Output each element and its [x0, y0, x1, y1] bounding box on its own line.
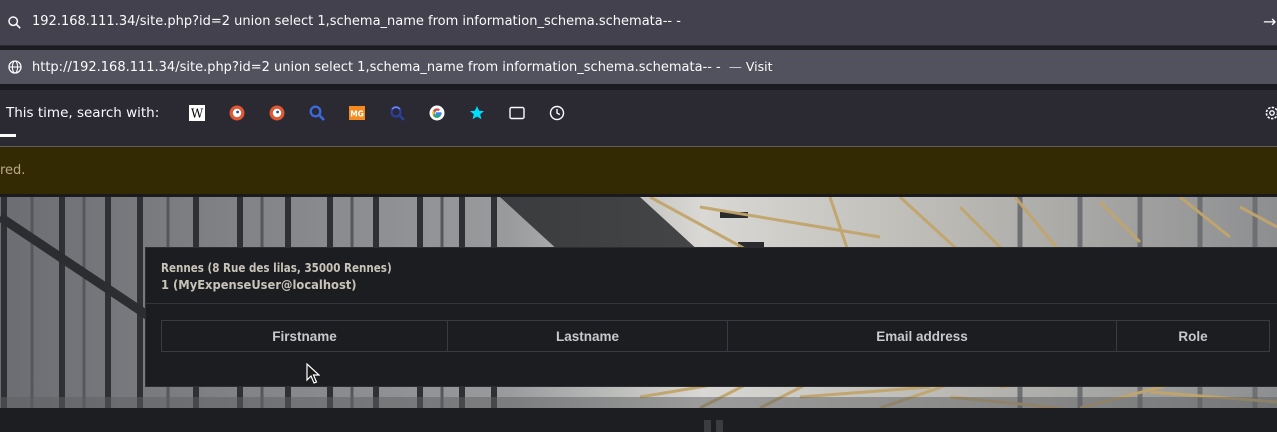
- site-address: Rennes (8 Rue des lilas, 35000 Rennes): [161, 260, 392, 275]
- magnifier-engine-icon[interactable]: [388, 104, 406, 122]
- card-divider: [146, 303, 1277, 304]
- globe-icon: [8, 60, 22, 74]
- site-manager: 1 (MyExpenseUser@localhost): [161, 277, 357, 292]
- alert-banner: red.: [0, 147, 1277, 196]
- column-header-role[interactable]: Role: [1117, 321, 1269, 351]
- history-clock-icon[interactable]: [548, 104, 566, 122]
- address-bar[interactable]: 192.168.111.34/site.php?id=2 union selec…: [0, 0, 1277, 46]
- search-engine-icon[interactable]: [308, 104, 326, 122]
- suggestion-visit-action: Visit: [745, 59, 773, 74]
- tabs-icon[interactable]: [508, 104, 526, 122]
- address-bar-input[interactable]: 192.168.111.34/site.php?id=2 union selec…: [32, 14, 681, 29]
- page-footer-strip: [0, 408, 1277, 432]
- suggestion-url: http://192.168.111.34/site.php?id=2 unio…: [32, 60, 721, 75]
- mouse-cursor-icon: [306, 363, 320, 384]
- url-suggestion-row[interactable]: http://192.168.111.34/site.php?id=2 unio…: [0, 50, 1277, 84]
- mg-engine-icon[interactable]: MG: [348, 104, 366, 122]
- tab-indicator: [0, 134, 16, 137]
- employees-table-header: Firstname Lastname Email address Role: [161, 320, 1270, 352]
- duckduckgo-alt-icon[interactable]: [268, 104, 286, 122]
- duckduckgo-icon[interactable]: [228, 104, 246, 122]
- svg-text:W: W: [191, 107, 204, 121]
- suggestion-separator: —: [728, 60, 742, 75]
- wikipedia-icon[interactable]: W: [188, 104, 206, 122]
- column-header-email[interactable]: Email address: [728, 321, 1117, 351]
- alert-text: red.: [0, 163, 26, 178]
- pause-grip-icon: [704, 420, 723, 432]
- search-engine-bar: This time, search with: W MG: [0, 90, 1277, 138]
- svg-text:MG: MG: [350, 110, 364, 119]
- toolbar-strip: [0, 138, 1277, 146]
- column-header-lastname[interactable]: Lastname: [448, 321, 728, 351]
- search-icon: [8, 16, 21, 29]
- search-with-label: This time, search with:: [6, 105, 160, 121]
- gear-icon[interactable]: [1263, 104, 1277, 122]
- go-arrow-icon[interactable]: →: [1263, 12, 1276, 31]
- column-header-firstname[interactable]: Firstname: [162, 321, 448, 351]
- bookmarks-star-icon[interactable]: [468, 104, 486, 122]
- google-icon[interactable]: [428, 104, 446, 122]
